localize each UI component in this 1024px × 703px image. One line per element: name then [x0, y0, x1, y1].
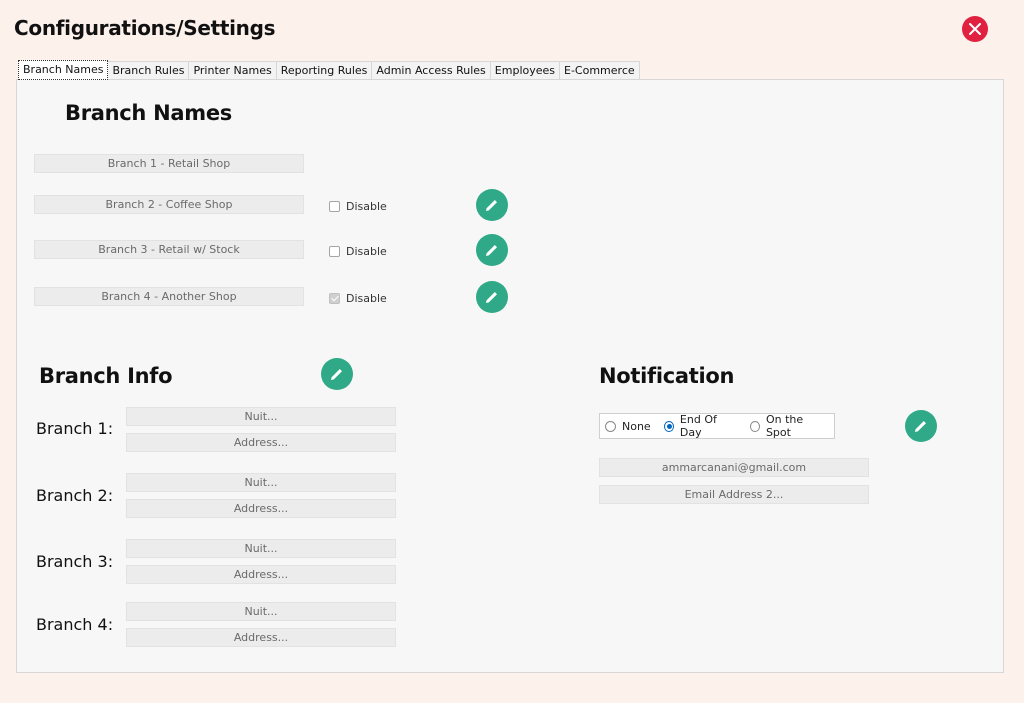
edit-branch-4-button[interactable]: [476, 281, 508, 313]
edit-notification-button[interactable]: [905, 410, 937, 442]
branch-name-field-2[interactable]: Branch 2 - Coffee Shop: [34, 195, 304, 214]
tab-admin-access-rules[interactable]: Admin Access Rules: [371, 61, 491, 80]
radio-end-of-day[interactable]: End Of Day: [663, 413, 737, 439]
notification-heading: Notification: [599, 364, 735, 388]
pencil-icon: [486, 200, 497, 211]
close-icon: [969, 23, 981, 35]
tab-employees[interactable]: Employees: [489, 61, 561, 80]
disable-toggle-branch-3[interactable]: Disable: [329, 245, 387, 258]
email-address-2-field[interactable]: Email Address 2...: [599, 485, 869, 504]
tab-branch-names[interactable]: Branch Names: [18, 60, 109, 80]
tab-reporting-rules[interactable]: Reporting Rules: [275, 61, 373, 80]
branch-3-label: Branch 3:: [36, 552, 114, 571]
branch-info-heading: Branch Info: [39, 364, 173, 388]
pencil-icon: [486, 292, 497, 303]
page-title: Configurations/Settings: [14, 16, 276, 40]
branch-1-address-field[interactable]: Address...: [126, 433, 396, 452]
branch-4-label: Branch 4:: [36, 615, 114, 634]
tab-bar: Branch Names Branch Rules Printer Names …: [18, 60, 640, 80]
branch-name-field-3[interactable]: Branch 3 - Retail w/ Stock: [34, 240, 304, 259]
radio-none-label: None: [622, 419, 651, 433]
tab-e-commerce[interactable]: E-Commerce: [559, 61, 640, 80]
radio-none-button[interactable]: [605, 420, 616, 432]
radio-none[interactable]: None: [605, 420, 651, 433]
branch-1-label: Branch 1:: [36, 419, 114, 438]
radio-end-of-day-button[interactable]: [663, 420, 674, 432]
settings-panel: Branch Names Branch 1 - Retail Shop Bran…: [16, 79, 1004, 673]
radio-end-of-day-label: End Of Day: [679, 413, 717, 439]
branch-3-address-field[interactable]: Address...: [126, 565, 396, 584]
disable-toggle-branch-4[interactable]: Disable: [329, 292, 387, 305]
disable-label: Disable: [346, 245, 387, 258]
disable-label: Disable: [346, 200, 387, 213]
edit-branch-3-button[interactable]: [476, 234, 508, 266]
close-button[interactable]: [962, 16, 988, 42]
branch-name-field-1[interactable]: Branch 1 - Retail Shop: [34, 154, 304, 173]
pencil-icon: [915, 421, 926, 432]
edit-branch-info-button[interactable]: [321, 358, 353, 390]
disable-toggle-branch-2[interactable]: Disable: [329, 200, 387, 213]
branch-2-nuit-field[interactable]: Nuit...: [126, 473, 396, 492]
branch-name-field-4[interactable]: Branch 4 - Another Shop: [34, 287, 304, 306]
tab-printer-names[interactable]: Printer Names: [188, 61, 277, 80]
pencil-icon: [331, 369, 342, 380]
pencil-icon: [486, 245, 497, 256]
disable-checkbox-branch-2[interactable]: [329, 201, 340, 212]
edit-branch-2-button[interactable]: [476, 189, 508, 221]
branch-2-label: Branch 2:: [36, 486, 114, 505]
branch-3-nuit-field[interactable]: Nuit...: [126, 539, 396, 558]
radio-on-the-spot-button[interactable]: [749, 420, 760, 432]
email-address-1-field[interactable]: ammarcanani@gmail.com: [599, 458, 869, 477]
notification-mode-group: None End Of Day On the Spot: [599, 413, 835, 439]
disable-checkbox-branch-3[interactable]: [329, 246, 340, 257]
branch-names-heading: Branch Names: [65, 101, 232, 125]
branch-4-nuit-field[interactable]: Nuit...: [126, 602, 396, 621]
disable-label: Disable: [346, 292, 387, 305]
radio-on-the-spot[interactable]: On the Spot: [749, 413, 826, 439]
branch-4-address-field[interactable]: Address...: [126, 628, 396, 647]
tab-branch-rules[interactable]: Branch Rules: [107, 61, 190, 80]
disable-checkbox-branch-4[interactable]: [329, 293, 340, 304]
branch-1-nuit-field[interactable]: Nuit...: [126, 407, 396, 426]
radio-on-the-spot-label: On the Spot: [765, 413, 804, 439]
branch-2-address-field[interactable]: Address...: [126, 499, 396, 518]
